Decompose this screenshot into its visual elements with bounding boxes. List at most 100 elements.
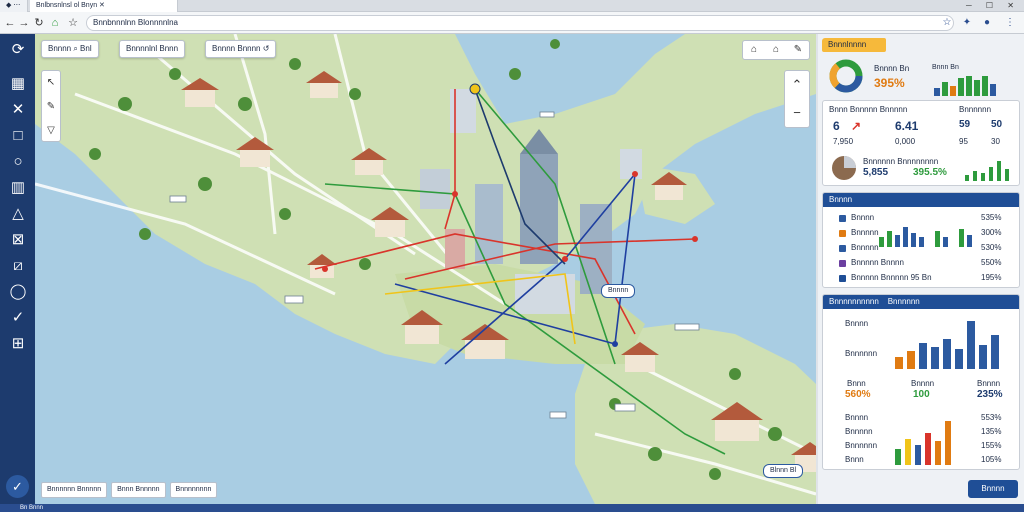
chart-header: Bnnnnnnnnnn Bnnnnnn	[823, 295, 1019, 309]
list-item-value: 300%	[981, 228, 1002, 237]
measure-icon[interactable]: ✎	[787, 41, 809, 59]
panel-action-button[interactable]: Bnnnn	[968, 480, 1018, 498]
bookmark-icon[interactable]: ☆	[66, 16, 80, 30]
map-top-tools: ⌂ ⌂ ✎	[742, 40, 810, 60]
tab-bar: ◆ ⋯ Bnlbnsnlnsl ol Bnyn ✕ ─ ☐ ✕	[0, 0, 1024, 12]
extension-icon[interactable]: ✦	[960, 16, 974, 30]
trend-right: 395.5%	[913, 167, 947, 178]
layer-chip[interactable]: Bnnnnlnl Bnnn	[119, 40, 186, 58]
list-card: Bnnnn Bnnnn 535% Bnnnnn 300% Bnnnnn 530%…	[822, 192, 1020, 288]
circle-icon[interactable]: ○	[8, 152, 28, 172]
zoom-out-icon[interactable]: −	[785, 99, 809, 127]
star-icon[interactable]: ☆	[940, 16, 954, 30]
chart-icon[interactable]: ⧄	[8, 256, 28, 276]
kpi-value: 50	[991, 119, 1003, 130]
home-icon[interactable]: ⌂	[48, 16, 62, 30]
filter-chip[interactable]: Bnnnn Bnnnn ↺	[205, 40, 277, 58]
chart2-label: Bnnnn	[845, 413, 869, 422]
profile-icon[interactable]: ●	[980, 16, 994, 30]
logo-icon[interactable]: ⟳	[8, 40, 28, 60]
menu-icon[interactable]: ⋮	[1003, 16, 1017, 30]
trend-bars	[965, 161, 1009, 181]
map-bottom-button[interactable]: Bnnnnnnnn	[169, 482, 218, 498]
chart2-value: 105%	[981, 455, 1002, 464]
point-label-tag[interactable]: Blnnn Bl	[763, 464, 804, 478]
list-bars	[879, 227, 972, 247]
list-item-value: 550%	[981, 258, 1002, 267]
zoom-controls: ⌃ −	[784, 70, 810, 128]
kpi-card: Bnnn Bnnnnn Bnnnnn Bnnnnnn 6 ↗ 6.41 59 5…	[822, 100, 1020, 186]
legend-swatch	[839, 275, 846, 282]
list-item-value: 535%	[981, 213, 1002, 222]
chart-label: Bnnnn	[845, 319, 869, 328]
chart-card: Bnnnnnnnnnn Bnnnnnn Bnnnn Bnnnnnn Bnnn B…	[822, 294, 1020, 470]
chart-header-label: Bnnnnnnnnnn	[829, 297, 879, 306]
list-item-value: 195%	[981, 273, 1002, 282]
summary-header: Bnnnlnnnn	[822, 38, 886, 52]
legend-swatch	[839, 230, 846, 237]
grid-icon[interactable]: ⊞	[8, 334, 28, 354]
chart-label: Bnnnnnn	[845, 349, 878, 358]
summary-bars	[934, 76, 996, 96]
zoom-in-icon[interactable]: ⌃	[785, 71, 809, 99]
pin-icon[interactable]: ◯	[8, 282, 28, 302]
route-label-tag[interactable]: Bnnnn	[601, 284, 636, 298]
browser-toolbar: ← → ↻ ⌂ ☆ Bnnbnnnlnn Blonnnnlna ☆ ✦ ● ⋮	[0, 12, 1024, 34]
sync-icon[interactable]: ✓	[6, 475, 29, 498]
chart2-label: Bnnnnnn	[845, 441, 878, 450]
analytics-panel: Bnnnlnnnn Bnnnn Bn 395% Bnnn Bn Bnnn Bnn…	[818, 34, 1024, 504]
chart-bottom-value: 560%	[845, 389, 871, 400]
reload-icon[interactable]: ↻	[32, 16, 46, 30]
search-chip[interactable]: Bnnnn ⌕ Bnl	[41, 40, 99, 58]
book-icon[interactable]: ▥	[8, 178, 28, 198]
window-controls[interactable]: ─ ☐ ✕	[966, 1, 1020, 10]
list-item-value: 530%	[981, 243, 1002, 252]
legend-swatch	[839, 260, 846, 267]
map-canvas	[35, 34, 816, 504]
bar-chart-1	[895, 321, 999, 369]
map-bottom-button[interactable]: Bnnnnnn Bnnnnn	[41, 482, 108, 498]
lock-icon[interactable]: ⌂	[765, 41, 787, 59]
address-bar[interactable]: Bnnbnnnlnn Blonnnnlna	[86, 15, 954, 31]
status-bar: Bn Bnnn	[0, 504, 1024, 512]
square-icon[interactable]: □	[8, 126, 28, 146]
map-bottom-button[interactable]: Bnnn Bnnnnn	[111, 482, 166, 498]
layers-icon[interactable]: ▦	[8, 74, 28, 94]
list-item-label: Bnnnn	[851, 213, 875, 222]
map-bottom-bar: Bnnnnnn Bnnnnn Bnnn Bnnnnn Bnnnnnnnn	[41, 482, 218, 498]
list-item-label: Bnnnnn Bnnnn	[851, 258, 904, 267]
forward-icon[interactable]: →	[17, 16, 31, 30]
summary-small: Bnnn Bn	[932, 64, 959, 71]
pencil-icon[interactable]: ✎	[42, 95, 60, 119]
chart2-value: 135%	[981, 427, 1002, 436]
list-header: Bnnnn	[823, 193, 1019, 207]
tool-sidebar: ⟳ ▦ ✕ □ ○ ▥ △ ⊠ ⧄ ◯ ✓ ⊞ ✓	[0, 34, 35, 504]
crop-icon[interactable]: ⊠	[8, 230, 28, 250]
chart-bottom-label: Bnnnn	[911, 379, 935, 388]
triangle-icon[interactable]: △	[8, 204, 28, 224]
tab-pinned[interactable]: ◆ ⋯	[0, 0, 28, 12]
trend-icon: ↗	[851, 119, 862, 133]
chart-bottom-label: Bnnnn	[977, 379, 1001, 388]
trend-left: 5,855	[863, 167, 889, 178]
list-item-label: Bnnnnn	[851, 228, 879, 237]
chart-bottom-value: 100	[913, 389, 930, 400]
map-view[interactable]: Bnnnn ⌕ Bnl Bnnnnlnl Bnnn Bnnnn Bnnnn ↺ …	[35, 34, 816, 504]
home-map-icon[interactable]: ⌂	[743, 41, 765, 59]
check-icon[interactable]: ✓	[8, 308, 28, 328]
back-icon[interactable]: ←	[3, 16, 17, 30]
route-icon[interactable]: ✕	[8, 100, 28, 120]
summary-value: 395%	[874, 76, 905, 90]
chart-bottom-value: 235%	[977, 389, 1003, 400]
chart2-value: 553%	[981, 413, 1002, 422]
filter-icon[interactable]: ▽	[42, 119, 60, 143]
pointer-icon[interactable]: ↖	[42, 71, 60, 95]
legend-swatch	[839, 215, 846, 222]
chart2-label: Bnnnnn	[845, 427, 873, 436]
trend-title: Bnnnnnn Bnnnnnnnn	[863, 157, 939, 166]
kpi-value: 7,950	[833, 137, 854, 146]
tab-active[interactable]: Bnlbnsnlnsl ol Bnyn ✕	[30, 0, 178, 12]
kpi-value: 6	[833, 119, 840, 133]
kpi-value: 59	[959, 119, 971, 130]
chart2-label: Bnnn	[845, 455, 864, 464]
